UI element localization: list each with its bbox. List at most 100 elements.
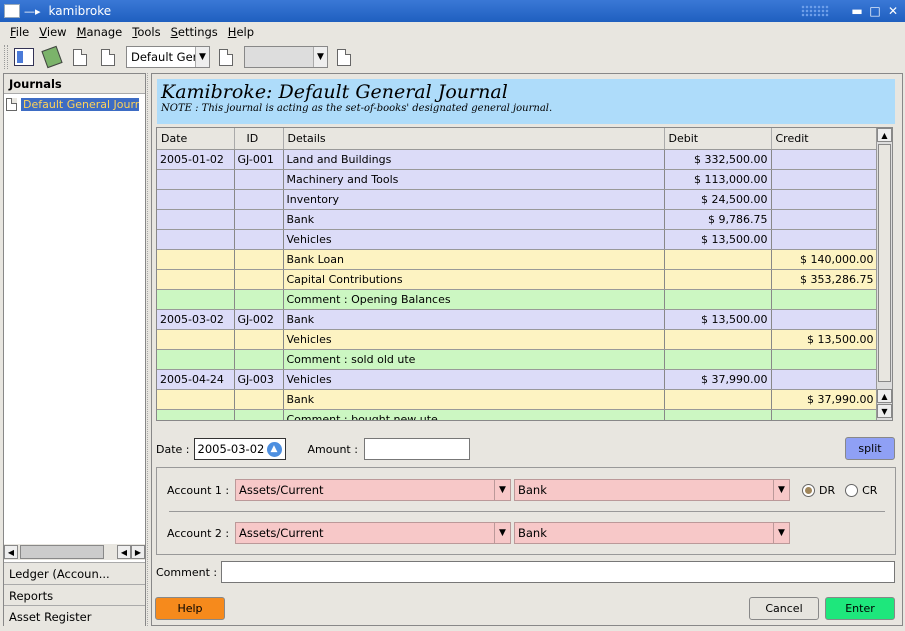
account1-group-select[interactable]: Assets/Current ▼ [235, 479, 511, 501]
comment-field[interactable] [221, 561, 895, 583]
cell-date[interactable] [157, 269, 235, 290]
cell-debit[interactable]: $ 113,000.00 [664, 169, 772, 190]
account2-account-select[interactable]: Bank ▼ [514, 522, 790, 544]
split-button[interactable]: split [845, 437, 895, 460]
cell-credit[interactable] [771, 169, 878, 190]
cell-id[interactable] [234, 269, 284, 290]
chevron-down-icon[interactable]: ▼ [313, 47, 327, 67]
table-row[interactable]: 2005-04-24 GJ-003 Vehicles $ 37,990.00 [157, 369, 878, 390]
secondary-select[interactable]: ▼ [244, 46, 328, 68]
cell-date[interactable] [157, 249, 235, 270]
menu-manage[interactable]: Manage [77, 25, 123, 39]
dr-radio[interactable]: DR [802, 483, 835, 497]
cell-debit[interactable] [664, 269, 772, 290]
menu-view[interactable]: View [39, 25, 66, 39]
chevron-down-icon[interactable]: ▼ [494, 523, 510, 543]
cell-debit[interactable]: $ 13,500.00 [664, 229, 772, 250]
cell-id[interactable] [234, 209, 284, 230]
cell-details[interactable]: Machinery and Tools [283, 169, 665, 190]
cell-details[interactable]: Inventory [283, 189, 665, 210]
cell-details[interactable]: Bank [283, 209, 665, 230]
date-field[interactable]: 2005-03-02 ▲ [193, 438, 286, 460]
cell-details[interactable]: Comment : bought new ute [283, 409, 665, 420]
tab-reports[interactable]: Reports [4, 584, 145, 606]
table-row[interactable]: Vehicles $ 13,500.00 [157, 229, 878, 250]
cancel-button[interactable]: Cancel [749, 597, 819, 620]
cell-details[interactable]: Vehicles [283, 229, 665, 250]
maximize-icon[interactable]: □ [867, 3, 883, 19]
journal-view-button[interactable] [12, 45, 36, 69]
cell-debit[interactable]: $ 37,990.00 [664, 369, 772, 390]
minimize-icon[interactable]: ▬ [849, 3, 865, 19]
cell-date[interactable] [157, 409, 235, 420]
cell-debit[interactable]: $ 24,500.00 [664, 189, 772, 210]
cell-details[interactable]: Bank Loan [283, 249, 665, 270]
cell-date[interactable] [157, 289, 235, 310]
scroll-up-icon[interactable]: ▲ [877, 389, 892, 403]
document-button-4[interactable] [332, 45, 356, 69]
account1-account-select[interactable]: Bank ▼ [514, 479, 790, 501]
cell-credit[interactable]: $ 13,500.00 [771, 329, 878, 350]
toolbar-grip[interactable] [4, 45, 8, 69]
scroll-down-icon[interactable]: ▼ [877, 404, 892, 418]
cell-details[interactable]: Vehicles [283, 369, 665, 390]
chevron-down-icon[interactable]: ▼ [494, 480, 510, 500]
scroll-right-icon[interactable]: ▶ [131, 545, 145, 559]
table-row[interactable]: Bank Loan $ 140,000.00 [157, 249, 878, 270]
cell-date[interactable] [157, 169, 235, 190]
cell-date[interactable] [157, 209, 235, 230]
cell-credit[interactable] [771, 369, 878, 390]
amount-field[interactable] [363, 438, 470, 460]
tab-ledger[interactable]: Ledger (Accoun... [4, 562, 145, 584]
cell-credit[interactable] [771, 229, 878, 250]
menu-tools[interactable]: Tools [132, 25, 160, 39]
cell-date[interactable] [157, 389, 235, 410]
cell-details[interactable]: Comment : Opening Balances [283, 289, 665, 310]
cell-debit[interactable]: $ 332,500.00 [664, 149, 772, 170]
cell-credit[interactable] [771, 309, 878, 330]
cell-details[interactable]: Capital Contributions [283, 269, 665, 290]
cell-id[interactable] [234, 409, 284, 420]
calendar-icon[interactable]: ▲ [266, 441, 282, 457]
table-row[interactable]: Bank $ 9,786.75 [157, 209, 878, 230]
cell-date[interactable] [157, 329, 235, 350]
cell-details[interactable]: Vehicles [283, 329, 665, 350]
scroll-thumb[interactable] [878, 144, 891, 382]
cell-id[interactable] [234, 329, 284, 350]
cell-id[interactable] [234, 229, 284, 250]
cell-date[interactable]: 2005-01-02 [157, 149, 235, 170]
cell-debit[interactable] [664, 329, 772, 350]
cell-id[interactable] [234, 169, 284, 190]
window-menu-icon[interactable] [4, 4, 20, 18]
cell-credit[interactable] [771, 289, 878, 310]
cell-date[interactable]: 2005-03-02 [157, 309, 235, 330]
scroll-left-icon[interactable]: ◀ [117, 545, 131, 559]
column-header-details[interactable]: Details [283, 128, 665, 150]
chevron-down-icon[interactable]: ▼ [773, 480, 789, 500]
pin-icon[interactable]: —▸ [24, 5, 41, 18]
tab-asset-register[interactable]: Asset Register [4, 605, 145, 627]
cell-id[interactable]: GJ-003 [234, 369, 284, 390]
close-icon[interactable]: ✕ [885, 3, 901, 19]
help-button[interactable]: Help [155, 597, 225, 620]
table-row[interactable]: Comment : sold old ute [157, 349, 878, 370]
journal-select[interactable]: Default Ger ▼ [126, 46, 210, 68]
table-row[interactable]: Capital Contributions $ 353,286.75 [157, 269, 878, 290]
menu-help[interactable]: Help [228, 25, 254, 39]
table-row[interactable]: Machinery and Tools $ 113,000.00 [157, 169, 878, 190]
cell-credit[interactable]: $ 353,286.75 [771, 269, 878, 290]
cell-details[interactable]: Land and Buildings [283, 149, 665, 170]
cell-credit[interactable]: $ 37,990.00 [771, 389, 878, 410]
cell-debit[interactable] [664, 349, 772, 370]
column-header-credit[interactable]: Credit [771, 128, 878, 150]
table-row[interactable]: Bank $ 37,990.00 [157, 389, 878, 410]
column-header-debit[interactable]: Debit [664, 128, 772, 150]
column-header-date[interactable]: Date [157, 128, 235, 150]
cell-credit[interactable] [771, 349, 878, 370]
journals-horizontal-scrollbar[interactable]: ◀ ◀ ▶ [4, 544, 145, 560]
cell-debit[interactable] [664, 289, 772, 310]
menu-file[interactable]: File [10, 25, 29, 39]
cell-id[interactable]: GJ-001 [234, 149, 284, 170]
cell-details[interactable]: Comment : sold old ute [283, 349, 665, 370]
document-button-2[interactable] [96, 45, 120, 69]
